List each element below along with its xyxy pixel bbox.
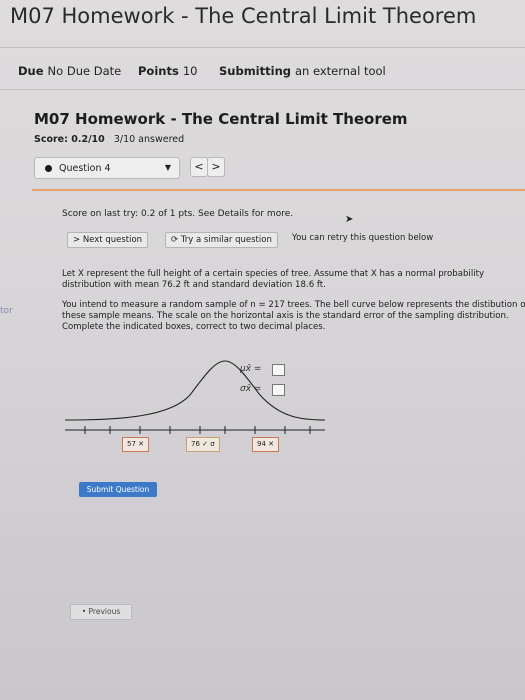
next-question-button[interactable]: > Next question	[67, 232, 149, 248]
submitting-label: Submitting	[219, 64, 291, 78]
submitting-value: an external tool	[294, 64, 386, 78]
question-text-line: distribution with mean 76.2 ft and stand…	[62, 280, 326, 290]
bell-curve-graph	[64, 360, 326, 434]
due-info: Due No Due Date	[18, 64, 121, 78]
question-text-line: Let X represent the full height of a cer…	[62, 269, 485, 279]
submit-question-button[interactable]: Submit Question	[79, 482, 157, 497]
previous-button[interactable]: • Previous	[70, 604, 132, 620]
submitting-info: Submitting an external tool	[219, 64, 386, 78]
points-info: Points 10	[138, 64, 197, 78]
question-text-line: these sample means. The scale on the hor…	[62, 311, 509, 321]
due-label: Due	[18, 64, 44, 78]
side-cutoff-label: tor	[0, 306, 13, 316]
refresh-icon: ⟳	[171, 235, 179, 245]
last-try-score: Score on last try: 0.2 of 1 pts. See Det…	[62, 209, 294, 219]
sigma-input[interactable]	[272, 384, 285, 396]
next-question-arrow-button[interactable]: >	[207, 157, 225, 177]
question-select[interactable]: Question 4 ▼	[34, 157, 180, 179]
status-dot-icon	[45, 165, 52, 172]
header-divider	[0, 47, 525, 48]
try-similar-button[interactable]: ⟳ Try a similar question	[165, 232, 278, 248]
page-title: M07 Homework - The Central Limit Theorem	[10, 4, 477, 28]
bell-curve	[64, 360, 326, 421]
answer-box-right[interactable]: 94 ✕	[252, 437, 279, 452]
question-text-line: Complete the indicated boxes, correct to…	[62, 322, 326, 332]
try-similar-label: Try a similar question	[180, 235, 272, 245]
answer-box-left[interactable]: 57 ✕	[122, 437, 149, 452]
meta-divider	[0, 89, 525, 90]
question-select-value: Question 4	[59, 163, 111, 174]
feedback-divider	[32, 189, 525, 191]
answered-count: 3/10 answered	[113, 134, 185, 145]
assignment-title: M07 Homework - The Central Limit Theorem	[34, 110, 408, 128]
mu-label: μx̄ =	[240, 364, 262, 374]
points-value: 10	[182, 64, 198, 78]
score-line: Score: 0.2/10 3/10 answered	[34, 134, 184, 145]
sigma-label: σx̄ =	[240, 384, 262, 394]
retry-message: You can retry this question below	[292, 233, 434, 243]
question-text-line: You intend to measure a random sample of…	[62, 300, 525, 310]
answer-box-mid[interactable]: 76 ✓ σ	[186, 437, 220, 452]
caret-down-icon: ▼	[164, 163, 171, 172]
prev-question-button[interactable]: <	[190, 157, 208, 177]
score-value: Score: 0.2/10	[34, 134, 105, 145]
mu-input[interactable]	[272, 364, 285, 376]
due-value: No Due Date	[47, 64, 122, 78]
mouse-cursor-icon: ➤	[345, 214, 354, 225]
points-label: Points	[138, 64, 179, 78]
